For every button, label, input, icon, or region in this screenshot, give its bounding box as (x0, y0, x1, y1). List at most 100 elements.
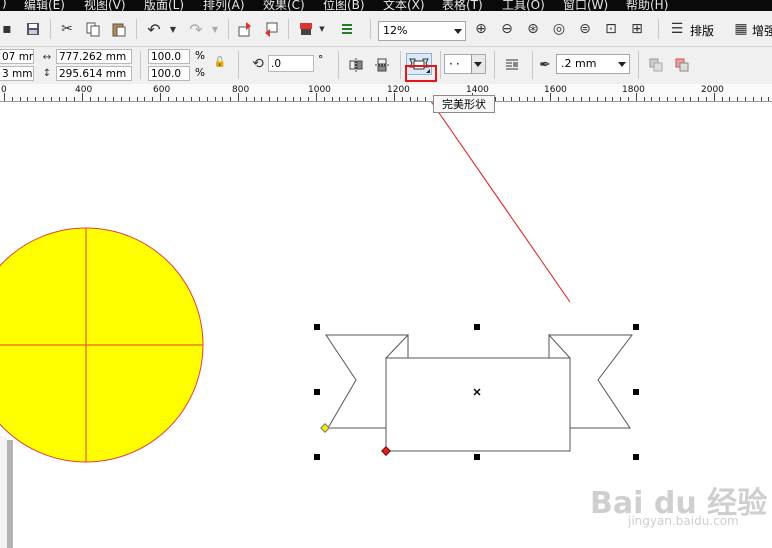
menu-item-tools[interactable]: 工具(O) (502, 0, 545, 11)
ruler-tick (401, 97, 403, 101)
ruler-tick (526, 97, 528, 101)
ruler-label: 2000 (701, 85, 724, 95)
separator (228, 19, 229, 39)
position-x-field[interactable]: 07 mm (0, 49, 34, 64)
ruler-tick (105, 97, 107, 101)
ruler-tick (355, 97, 356, 101)
line-style-select[interactable]: ·· (444, 54, 486, 74)
ruler-tick (706, 97, 707, 101)
undo-icon[interactable]: ↶ (144, 19, 164, 39)
save-icon[interactable] (24, 19, 42, 39)
copy-icon[interactable] (84, 19, 102, 39)
export-icon[interactable] (262, 19, 280, 39)
scale-y-field[interactable]: 100.0 (148, 66, 190, 81)
ruler-tick (4, 93, 5, 101)
menu-item-arrange[interactable]: 排列(A) (203, 0, 245, 11)
width-field[interactable]: 777.262 mm (56, 49, 132, 64)
zoom-all-objects-icon[interactable]: ◎ (550, 19, 568, 39)
menu-item-effects[interactable]: 效果(C) (263, 0, 305, 11)
circle-shape[interactable] (0, 227, 204, 463)
ruler-tick (50, 97, 52, 101)
to-front-icon[interactable] (646, 55, 666, 75)
ruler-tick (628, 97, 629, 101)
zoom-out-icon[interactable]: ⊖ (498, 19, 516, 39)
ruler-tick (378, 97, 380, 101)
enhance-icon[interactable]: ▦ (730, 19, 752, 39)
ruler-tick (495, 97, 497, 101)
horizontal-ruler[interactable]: 0 400 600 800 1000 1200 1400 1600 1800 2… (0, 84, 772, 102)
separator (370, 19, 371, 39)
import-icon[interactable] (236, 19, 254, 39)
separator (658, 19, 659, 39)
ruler-tick (581, 97, 583, 101)
separator (400, 51, 401, 79)
height-arrow-icon: ↕ (42, 67, 52, 79)
menu-bar: ) 编辑(E) 视图(V) 版面(L) 排列(A) 效果(C) 位图(B) 文本… (0, 0, 772, 11)
ruler-tick (542, 97, 544, 101)
menu-item-view[interactable]: 视图(V) (84, 0, 126, 11)
mirror-horizontal-icon[interactable] (346, 55, 366, 75)
rotation-field[interactable]: .0 (268, 55, 314, 72)
ruler-tick (674, 97, 676, 101)
ruler-tick (347, 97, 349, 101)
glyph-node-yellow[interactable] (320, 423, 330, 433)
menu-item-text[interactable]: 文本(X) (383, 0, 425, 11)
menu-item-edit[interactable]: 编辑(E) (24, 0, 65, 11)
zoom-page-icon[interactable]: ⊜ (576, 19, 594, 39)
layout-label[interactable]: 排版 (690, 22, 714, 39)
lock-ratio-icon[interactable]: 🔓 (213, 55, 227, 69)
menu-item-partial[interactable]: ) (2, 0, 7, 10)
scale-x-percent: % (195, 50, 205, 62)
launcher-dropdown-icon[interactable]: ▼ (318, 19, 326, 39)
layout-icon[interactable]: ☰ (666, 19, 688, 39)
ruler-tick (323, 97, 325, 101)
application-launcher-icon[interactable] (296, 19, 316, 39)
height-field[interactable]: 295.614 mm (56, 66, 132, 81)
redo-dropdown-icon[interactable]: ▼ (210, 19, 220, 39)
enhance-label[interactable]: 增强 (752, 22, 772, 39)
menu-item-bitmaps[interactable]: 位图(B) (323, 0, 365, 11)
text-wrap-icon[interactable] (502, 55, 522, 75)
width-arrow-icon: ↔ (42, 51, 52, 63)
menu-item-table[interactable]: 表格(T) (442, 0, 483, 11)
menu-item-window[interactable]: 窗口(W) (563, 0, 608, 11)
open-icon[interactable]: ▪ (0, 19, 14, 39)
zoom-level-select[interactable]: 12% (378, 21, 466, 41)
ruler-label: 1600 (544, 85, 567, 95)
ruler-tick (160, 93, 161, 101)
ruler-tick (222, 97, 224, 101)
ruler-label: 1200 (387, 85, 410, 95)
zoom-page-height-icon[interactable]: ⊞ (628, 19, 646, 39)
redo-icon[interactable]: ↷ (186, 19, 206, 39)
ruler-tick (89, 97, 91, 101)
position-y-field[interactable]: 3 mm (0, 66, 34, 81)
cut-icon[interactable]: ✂ (58, 19, 76, 39)
zoom-page-width-icon[interactable]: ⊡ (602, 19, 620, 39)
annotation-arrow (430, 102, 571, 303)
to-back-icon[interactable] (672, 55, 692, 75)
ruler-tick (518, 97, 520, 101)
baidu-watermark-url: jingyan.baidu.com (628, 514, 739, 528)
rotation-icon: ⟲ (252, 56, 264, 72)
menu-item-layout[interactable]: 版面(L) (144, 0, 184, 11)
undo-dropdown-icon[interactable]: ▼ (168, 19, 178, 39)
zoom-in-icon[interactable]: ⊕ (472, 19, 490, 39)
separator (288, 19, 289, 39)
ruler-tick (550, 93, 551, 101)
ruler-tick (175, 97, 177, 101)
separator (494, 51, 495, 79)
welcome-screen-icon[interactable] (338, 19, 356, 39)
outline-width-select[interactable]: .2 mm (556, 54, 630, 74)
zoom-selected-icon[interactable]: ⊛ (524, 19, 542, 39)
standard-toolbar: ▪ ✂ ↶ ▼ ↷ ▼ ▼ 12% ⊕ ⊖ ⊛ ◎ ⊜ ⊡ ⊞ ☰ 排版 ▦ 增… (0, 11, 772, 47)
ruler-tick (74, 97, 76, 101)
mirror-vertical-icon[interactable] (372, 55, 392, 75)
menu-item-help[interactable]: 帮助(H) (626, 0, 668, 11)
ruler-label: 1400 (466, 85, 489, 95)
banner-shape[interactable] (325, 333, 634, 452)
ruler-tick (612, 97, 614, 101)
ruler-tick (417, 97, 419, 101)
scale-x-field[interactable]: 100.0 (148, 49, 190, 64)
separator (532, 51, 533, 79)
paste-icon[interactable] (110, 19, 128, 39)
